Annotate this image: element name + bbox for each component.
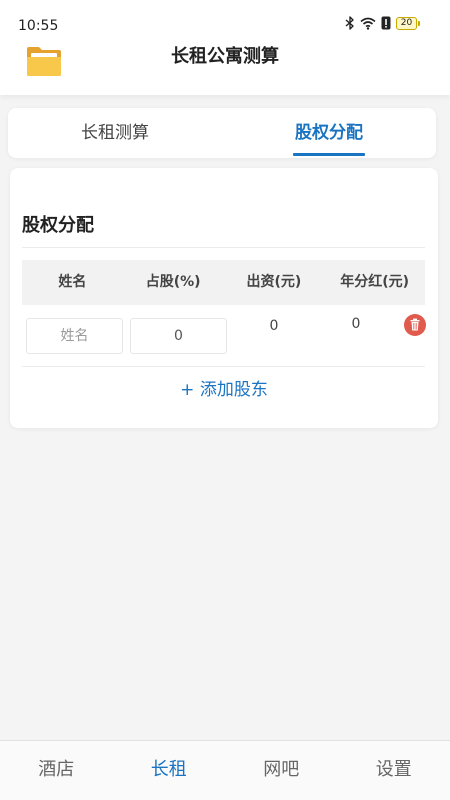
column-header-investment: 出资(元)	[246, 274, 302, 290]
battery-level: 20	[400, 17, 413, 28]
add-shareholder-button[interactable]: + 添加股东	[10, 377, 438, 403]
nav-item-hotel[interactable]: 酒店	[0, 741, 113, 800]
alert-icon	[381, 16, 391, 30]
tab-label: 长租测算	[81, 123, 149, 143]
tab-equity-distribution[interactable]: 股权分配	[222, 108, 436, 158]
bottom-nav: 酒店 长租 网吧 设置	[0, 740, 450, 800]
page-title: 长租公寓测算	[171, 46, 279, 67]
bluetooth-icon	[345, 16, 355, 30]
tab-label: 股权分配	[295, 123, 363, 143]
table-header: 姓名 占股(%) 出资(元) 年分红(元)	[22, 260, 425, 305]
dividend-value: 0	[351, 316, 361, 332]
share-percent-input[interactable]	[130, 318, 227, 354]
battery-icon: 20	[396, 16, 420, 30]
tab-long-term-calc[interactable]: 长租测算	[8, 108, 222, 158]
tab-bar: 长租测算 股权分配	[8, 108, 436, 158]
trash-icon[interactable]	[404, 314, 426, 336]
wifi-icon	[360, 17, 376, 30]
nav-item-long-term[interactable]: 长租	[113, 741, 226, 800]
column-header-name: 姓名	[58, 274, 87, 290]
shareholder-name-input[interactable]	[26, 318, 123, 354]
status-time: 10:55	[18, 18, 59, 34]
nav-item-settings[interactable]: 设置	[338, 741, 450, 800]
equity-card: 股权分配 姓名 占股(%) 出资(元) 年分红(元) 0 0	[10, 168, 438, 428]
row-divider	[22, 366, 425, 367]
column-header-dividend: 年分红(元)	[340, 274, 410, 290]
app-screen: 10:55 20 长租公寓测算 长租测算 股权分配 股权分配 姓名 占股(%) …	[0, 0, 450, 800]
nav-item-internet-cafe[interactable]: 网吧	[225, 741, 338, 800]
status-icons: 20	[345, 15, 420, 31]
column-header-share: 占股(%)	[145, 274, 201, 290]
tab-underline	[293, 153, 365, 156]
section-title: 股权分配	[22, 215, 94, 236]
app-header: 10:55 20 长租公寓测算	[0, 0, 450, 95]
title-divider	[22, 247, 425, 248]
investment-value: 0	[269, 318, 279, 334]
